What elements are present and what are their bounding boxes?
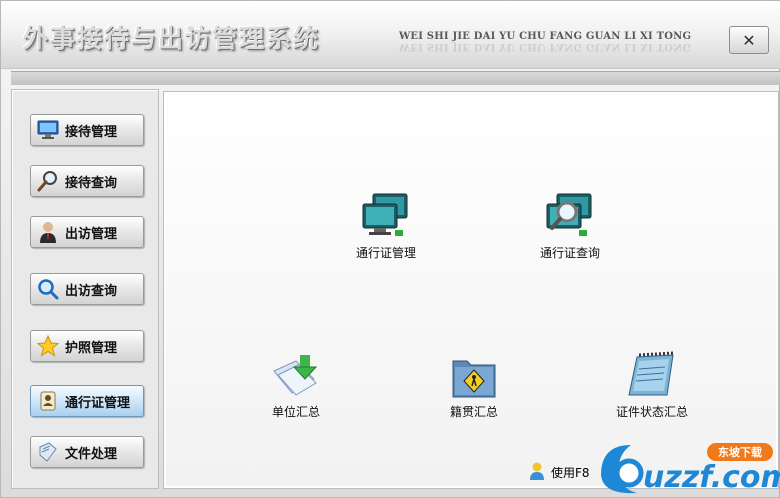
hint-person-icon: [528, 461, 546, 484]
person-icon: [37, 221, 59, 243]
road-sign-folder-icon: [414, 349, 534, 399]
tile-certificate-status-summary[interactable]: 证件状态汇总: [592, 349, 712, 420]
tile-label: 籍贯汇总: [449, 405, 498, 419]
computers-icon: [326, 190, 446, 240]
sidebar-item-label: 出访查询: [65, 283, 118, 299]
sidebar-item-document-processing[interactable]: 文件处理: [30, 436, 144, 468]
sidebar-item-label: 出访管理: [65, 226, 118, 242]
sidebar-item-label: 护照管理: [65, 340, 118, 356]
tile-label: 通行证管理: [355, 246, 416, 260]
tile-label: 单位汇总: [271, 405, 320, 419]
hint-text: 使用F8: [528, 461, 590, 484]
sidebar-item-label: 接待管理: [65, 124, 118, 140]
sidebar-item-reception-management[interactable]: 接待管理: [30, 114, 144, 146]
sidebar-item-pass-management[interactable]: 通行证管理: [30, 385, 144, 417]
title-bar: 外事接待与出访管理系统 WEI SHI JIE DAI YU CHU FANG …: [1, 1, 780, 69]
header-divider-band: [11, 71, 780, 85]
main-panel: 通行证管理 通行证查询 单位汇总 籍贯汇总 证件状态汇总: [163, 91, 779, 489]
download-docs-icon: [236, 349, 356, 399]
app-title-pinyin-reflection: WEI SHI JIE DAI YU CHU FANG GUAN LI XI T…: [399, 41, 692, 52]
pass-icon: [37, 390, 59, 412]
tile-pass-management[interactable]: 通行证管理: [326, 190, 446, 261]
sidebar: 接待管理 接待查询 出访管理 出访查询 护照管理 通行证管理 文件处理: [11, 89, 159, 489]
tile-native-place-summary[interactable]: 籍贯汇总: [414, 349, 534, 420]
sidebar-item-label: 文件处理: [65, 446, 118, 462]
app-window: 外事接待与出访管理系统 WEI SHI JIE DAI YU CHU FANG …: [0, 0, 780, 498]
sidebar-item-passport-management[interactable]: 护照管理: [30, 330, 144, 362]
sidebar-item-label: 接待查询: [65, 175, 118, 191]
tile-label: 证件状态汇总: [615, 405, 688, 419]
star-icon: [37, 335, 59, 357]
monitor-icon: [37, 119, 59, 141]
tile-unit-summary[interactable]: 单位汇总: [236, 349, 356, 420]
sidebar-item-visit-query[interactable]: 出访查询: [30, 273, 144, 305]
computer-search-icon: [510, 190, 630, 240]
document-icon: [37, 441, 59, 463]
search-icon: [37, 278, 59, 300]
tile-label: 通行证查询: [539, 246, 600, 260]
tile-pass-query[interactable]: 通行证查询: [510, 190, 630, 261]
sidebar-item-reception-query[interactable]: 接待查询: [30, 165, 144, 197]
watermark-tag: 东坡下载: [718, 445, 762, 459]
app-title: 外事接待与出访管理系统: [23, 24, 321, 53]
sidebar-item-label: 通行证管理: [65, 395, 131, 411]
hint-label: 使用F8: [551, 466, 590, 480]
close-button[interactable]: ✕: [729, 26, 769, 54]
sidebar-item-visit-management[interactable]: 出访管理: [30, 216, 144, 248]
close-icon: ✕: [742, 30, 756, 50]
notepad-icon: [592, 349, 712, 399]
magnifier-icon: [37, 170, 59, 192]
watermark-brand: uzzf.com: [643, 460, 780, 495]
watermark-logo: 东坡下载 uzzf.com: [597, 437, 780, 498]
